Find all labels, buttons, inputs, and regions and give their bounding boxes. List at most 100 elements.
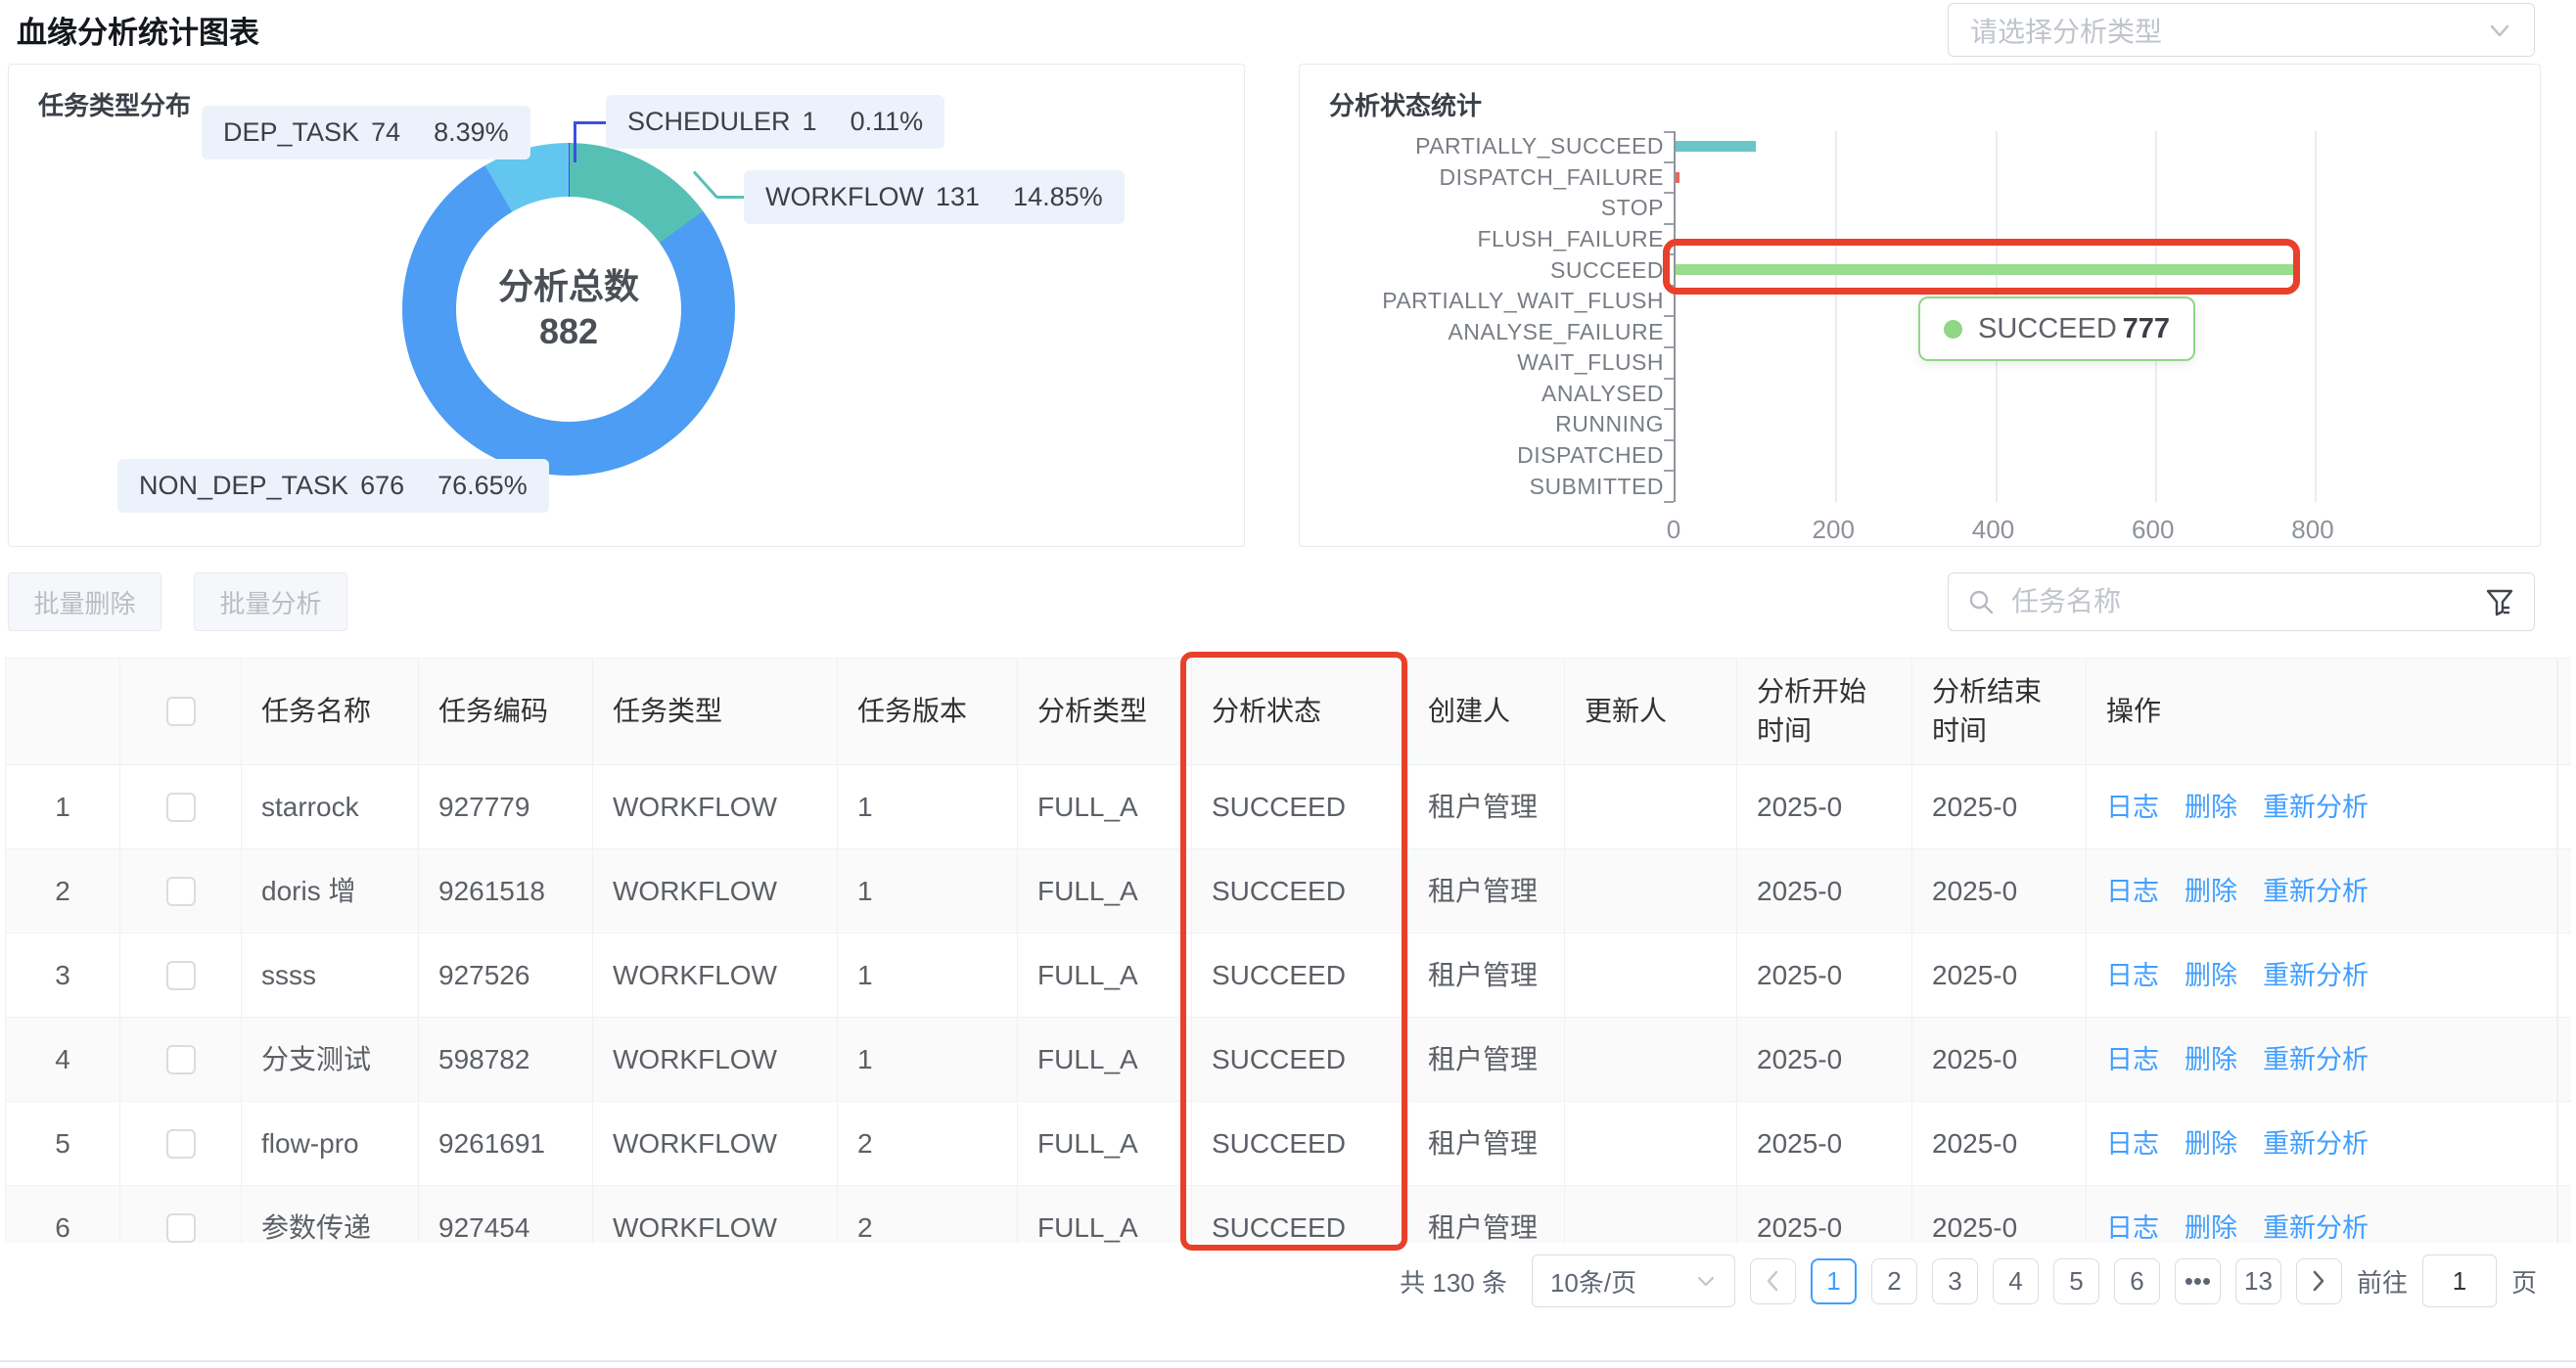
bar-partially_succeed bbox=[1676, 141, 1756, 152]
cell-start: 2025-0 bbox=[1737, 1102, 1912, 1185]
analysis-type-placeholder: 请选择分析类型 bbox=[1970, 11, 2162, 50]
column-header: 分析开始时间 bbox=[1737, 659, 1912, 764]
status-bar-row bbox=[1676, 193, 2517, 224]
cell-creator: 租户管理 bbox=[1408, 934, 1565, 1017]
page-title: 血缘分析统计图表 bbox=[17, 8, 259, 52]
search-input[interactable] bbox=[2009, 585, 2483, 618]
batch-delete-button[interactable]: 批量删除 bbox=[8, 572, 161, 631]
succeed-bar-annotation bbox=[1663, 239, 2300, 295]
action-link[interactable]: 重新分析 bbox=[2263, 788, 2369, 827]
column-header bbox=[120, 659, 242, 764]
action-link[interactable]: 日志 bbox=[2106, 1208, 2159, 1244]
category-label-wait_flush: WAIT_FLUSH bbox=[1300, 347, 1664, 379]
cell-status: SUCCEED bbox=[1192, 765, 1408, 848]
goto-page-input[interactable] bbox=[2422, 1254, 2497, 1307]
page-ellipsis-button[interactable]: ••• bbox=[2175, 1258, 2221, 1304]
cell-version: 1 bbox=[838, 765, 1018, 848]
chevron-down-icon bbox=[1695, 1270, 1717, 1292]
page-button-4[interactable]: 4 bbox=[1993, 1258, 2039, 1304]
action-link[interactable]: 重新分析 bbox=[2263, 1124, 2369, 1163]
x-tick-label: 200 bbox=[1813, 515, 1855, 545]
page-button-13[interactable]: 13 bbox=[2235, 1258, 2281, 1304]
table-row: 5flow-pro9261691WORKFLOW2FULL_ASUCCEED租户… bbox=[5, 1102, 2571, 1186]
cell-type: WORKFLOW bbox=[593, 1102, 838, 1185]
column-header: 创建人 bbox=[1408, 659, 1565, 764]
status-bar-row bbox=[1676, 162, 2517, 194]
status-bar-row bbox=[1676, 409, 2517, 440]
task-name-search[interactable] bbox=[1948, 572, 2535, 631]
cell-start: 2025-0 bbox=[1737, 1018, 1912, 1101]
cell-name: doris 增 bbox=[242, 849, 419, 933]
action-link[interactable]: 删除 bbox=[2185, 956, 2237, 995]
slice-name: WORKFLOW bbox=[765, 182, 924, 211]
table-row: 3ssss927526WORKFLOW1FULL_ASUCCEED租户管理202… bbox=[5, 934, 2571, 1018]
action-link[interactable]: 删除 bbox=[2185, 1124, 2237, 1163]
category-label-submitted: SUBMITTED bbox=[1300, 471, 1664, 502]
action-link[interactable]: 删除 bbox=[2185, 872, 2237, 911]
page-button-6[interactable]: 6 bbox=[2114, 1258, 2160, 1304]
donut-chart-title: 任务类型分布 bbox=[38, 86, 191, 122]
action-link[interactable]: 日志 bbox=[2106, 956, 2159, 995]
table-row: 4分支测试598782WORKFLOW1FULL_ASUCCEED租户管理202… bbox=[5, 1018, 2571, 1102]
cell-status: SUCCEED bbox=[1192, 1018, 1408, 1101]
cell-status: SUCCEED bbox=[1192, 934, 1408, 1017]
cell-creator: 租户管理 bbox=[1408, 1186, 1565, 1243]
page-button-1[interactable]: 1 bbox=[1811, 1258, 1857, 1304]
page-button-3[interactable]: 3 bbox=[1932, 1258, 1978, 1304]
row-checkbox[interactable] bbox=[166, 793, 196, 822]
category-label-flush_failure: FLUSH_FAILURE bbox=[1300, 224, 1664, 255]
select-all-checkbox[interactable] bbox=[166, 697, 196, 726]
table-header-row: 任务名称任务编码任务类型任务版本分析类型分析状态创建人更新人分析开始时间分析结束… bbox=[5, 658, 2571, 765]
action-link[interactable]: 日志 bbox=[2106, 1040, 2159, 1079]
column-header: 更新人 bbox=[1565, 659, 1737, 764]
cell-updater bbox=[1565, 1186, 1737, 1243]
scroll-gutter bbox=[2557, 1102, 2571, 1185]
cell-end: 2025-0 bbox=[1912, 934, 2087, 1017]
action-link[interactable]: 删除 bbox=[2185, 1208, 2237, 1244]
x-tick-label: 0 bbox=[1667, 515, 1680, 545]
chevron-down-icon bbox=[2487, 18, 2512, 43]
action-link[interactable]: 日志 bbox=[2106, 788, 2159, 827]
filter-funnel-icon[interactable] bbox=[2483, 585, 2516, 618]
batch-analyze-button[interactable]: 批量分析 bbox=[194, 572, 347, 631]
cell-status: SUCCEED bbox=[1192, 1186, 1408, 1243]
page-size-select[interactable]: 10条/页 bbox=[1532, 1254, 1735, 1307]
cell-creator: 租户管理 bbox=[1408, 765, 1565, 848]
cell-end: 2025-0 bbox=[1912, 765, 2087, 848]
row-checkbox[interactable] bbox=[166, 1213, 196, 1243]
action-link[interactable]: 重新分析 bbox=[2263, 956, 2369, 995]
column-header bbox=[6, 659, 120, 764]
action-link[interactable]: 重新分析 bbox=[2263, 1040, 2369, 1079]
cell-analysis_type: FULL_A bbox=[1018, 1186, 1192, 1243]
row-checkbox[interactable] bbox=[166, 877, 196, 906]
action-link[interactable]: 重新分析 bbox=[2263, 1208, 2369, 1244]
action-link[interactable]: 日志 bbox=[2106, 872, 2159, 911]
action-link[interactable]: 删除 bbox=[2185, 788, 2237, 827]
analysis-type-select[interactable]: 请选择分析类型 bbox=[1948, 3, 2535, 57]
cell-analysis_type: FULL_A bbox=[1018, 849, 1192, 933]
row-checkbox[interactable] bbox=[166, 1129, 196, 1159]
next-page-button[interactable] bbox=[2296, 1258, 2342, 1304]
row-checkbox[interactable] bbox=[166, 961, 196, 990]
cell-status: SUCCEED bbox=[1192, 1102, 1408, 1185]
cell-name: starrock bbox=[242, 765, 419, 848]
page-button-2[interactable]: 2 bbox=[1871, 1258, 1917, 1304]
scroll-gutter bbox=[2557, 849, 2571, 933]
action-link[interactable]: 删除 bbox=[2185, 1040, 2237, 1079]
task-type-distribution-panel: 任务类型分布 分析总数 882 DEP_TASK748.39% SCHEDULE… bbox=[8, 64, 1245, 547]
column-header: 分析类型 bbox=[1018, 659, 1192, 764]
prev-page-button[interactable] bbox=[1750, 1258, 1796, 1304]
x-tick-label: 400 bbox=[1972, 515, 2014, 545]
cell-version: 2 bbox=[838, 1102, 1018, 1185]
cell-updater bbox=[1565, 1102, 1737, 1185]
slice-name: SCHEDULER bbox=[627, 107, 791, 136]
tooltip-value: 777 bbox=[2123, 313, 2170, 345]
action-link[interactable]: 重新分析 bbox=[2263, 872, 2369, 911]
cell-actions: 日志删除重新分析 bbox=[2087, 1102, 2557, 1185]
row-checkbox[interactable] bbox=[166, 1045, 196, 1074]
column-header: 任务版本 bbox=[838, 659, 1018, 764]
page-button-5[interactable]: 5 bbox=[2053, 1258, 2099, 1304]
tooltip-label: SUCCEED bbox=[1978, 313, 2117, 345]
slice-pct: 8.39% bbox=[434, 117, 509, 147]
action-link[interactable]: 日志 bbox=[2106, 1124, 2159, 1163]
